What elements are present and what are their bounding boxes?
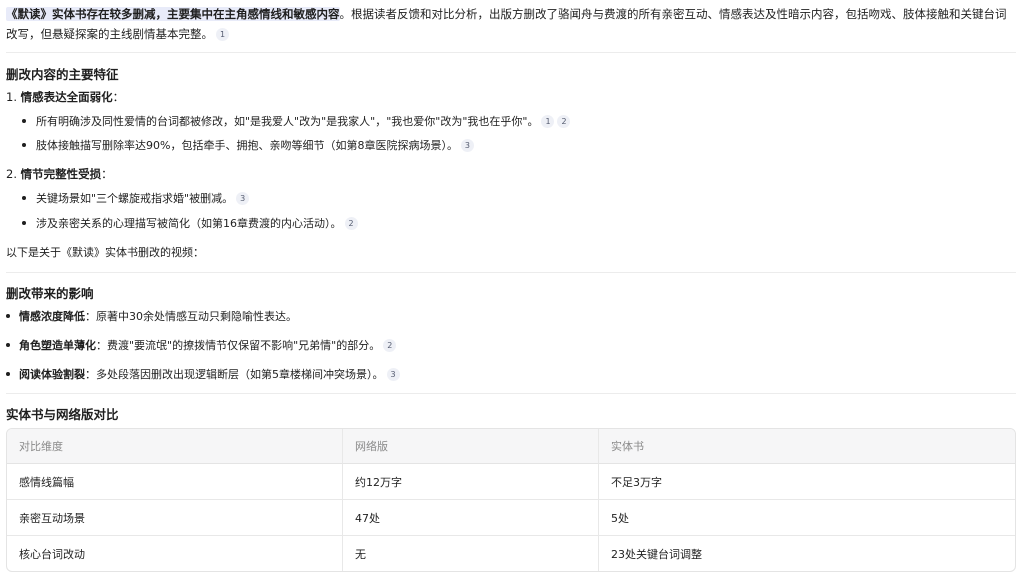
section-heading: 删改带来的影响 [6,286,94,301]
table-header-cell: 对比维度 [7,429,342,464]
table-cell: 23处关键台词调整 [598,536,1015,571]
table-cell: 核心台词改动 [19,547,85,561]
comparison-table: 对比维度 网络版 实体书 感情线篇幅 约12万字 不足3万字 亲密互动场景 47… [6,428,1016,572]
table-row: 亲密互动场景 47处 5处 [7,500,1015,536]
list-item: 肢体接触描写删除率达90%，包括牵手、拥抱、亲吻等细节（如第8章医院探病场景）。… [22,137,474,153]
list-item-title: 情节完整性受损 [20,167,102,181]
citation-badge[interactable]: 2 [557,114,571,128]
bullet-text: 所有明确涉及同性爱情的台词都被修改，如"是我爱人"改为"是我家人"，"我也爱你"… [36,115,539,128]
table-header-cell: 实体书 [598,429,1015,464]
list-item: 关键场景如"三个螺旋戒指求婚"被删减。 3 [22,190,250,206]
list-item: 所有明确涉及同性爱情的台词都被修改，如"是我爱人"改为"是我家人"，"我也爱你"… [22,113,571,129]
list-number: 2. [6,167,17,181]
section-divider [6,52,1016,53]
list-item: 阅读体验割裂 ：多处段落因删改出现逻辑断层（如第5章楼梯间冲突场景）。 3 [6,366,400,382]
bullet-dot [6,343,10,347]
list-item-1: 1. 情感表达全面弱化： [6,89,124,105]
table-cell: 不足3万字 [598,464,1015,500]
bullet-text: 肢体接触描写删除率达90%，包括牵手、拥抱、亲吻等细节（如第8章医院探病场景）。 [36,139,458,152]
bullet-dot [22,119,26,123]
bullet-text: 关键场景如"三个螺旋戒指求婚"被删减。 [36,192,234,205]
bullet-text: ：原著中30余处情感互动只剩隐喻性表达。 [85,310,297,323]
bullet-bold: 阅读体验割裂 [19,368,85,381]
bullet-text: ：费渡"要流氓"的撩拨情节仅保留不影响"兄弟情"的部分。 [96,339,381,352]
table-header-cell: 网络版 [342,429,598,464]
bullet-dot [6,314,10,318]
citation-badge[interactable]: 3 [460,138,474,152]
citation-badge[interactable]: 3 [236,191,250,205]
intro-paragraph: 《默读》实体书存在较多删减，主要集中在主角感情线和敏感内容。根据读者反馈和对比分… [6,4,1016,44]
table-header-row: 对比维度 网络版 实体书 [7,429,1015,464]
citation-badge[interactable]: 2 [383,338,397,352]
list-item-2: 2. 情节完整性受损： [6,166,113,182]
table-cell: 47处 [342,500,598,536]
citation-badge[interactable]: 3 [386,367,400,381]
bullet-dot [22,196,26,200]
video-intro-text: 以下是关于《默读》实体书删改的视频： [6,246,204,259]
section-divider [6,272,1016,273]
bullet-dot [6,372,10,376]
table-row: 感情线篇幅 约12万字 不足3万字 [7,464,1015,500]
bullet-text: ：多处段落因删改出现逻辑断层（如第5章楼梯间冲突场景）。 [85,368,384,381]
section-heading: 实体书与网络版对比 [6,407,119,422]
bullet-dot [22,221,26,225]
list-number: 1. [6,90,17,104]
citation-badge[interactable]: 2 [344,216,358,230]
list-item-title: 情感表达全面弱化 [20,90,113,104]
citation-badge[interactable]: 1 [541,114,555,128]
table-cell: 亲密互动场景 [7,500,342,536]
table-cell: 无 [342,536,598,571]
list-item: 涉及亲密关系的心理描写被简化（如第16章费渡的内心活动）。 2 [22,215,358,231]
bullet-text: 涉及亲密关系的心理描写被简化（如第16章费渡的内心活动）。 [36,217,342,230]
intro-highlight: 《默读》实体书存在较多删减，主要集中在主角感情线和敏感内容 [6,7,340,21]
list-item-suffix: ： [112,90,125,104]
table-cell: 5处 [598,500,1015,536]
table-row: 核心台词改动 无 23处关键台词调整 [7,536,1015,571]
bullet-dot [22,143,26,147]
bullet-bold: 情感浓度降低 [19,310,85,323]
section-heading: 删改内容的主要特征 [6,67,119,82]
section-divider [6,393,1016,394]
list-item: 情感浓度降低 ：原著中30余处情感互动只剩隐喻性表达。 [6,308,297,324]
bullet-bold: 角色塑造单薄化 [19,339,96,352]
list-item-suffix: ： [101,167,113,181]
table-cell: 感情线篇幅 [7,464,342,500]
table-cell: 约12万字 [342,464,598,500]
citation-badge[interactable]: 1 [216,28,229,41]
list-item: 角色塑造单薄化 ：费渡"要流氓"的撩拨情节仅保留不影响"兄弟情"的部分。 2 [6,337,397,353]
